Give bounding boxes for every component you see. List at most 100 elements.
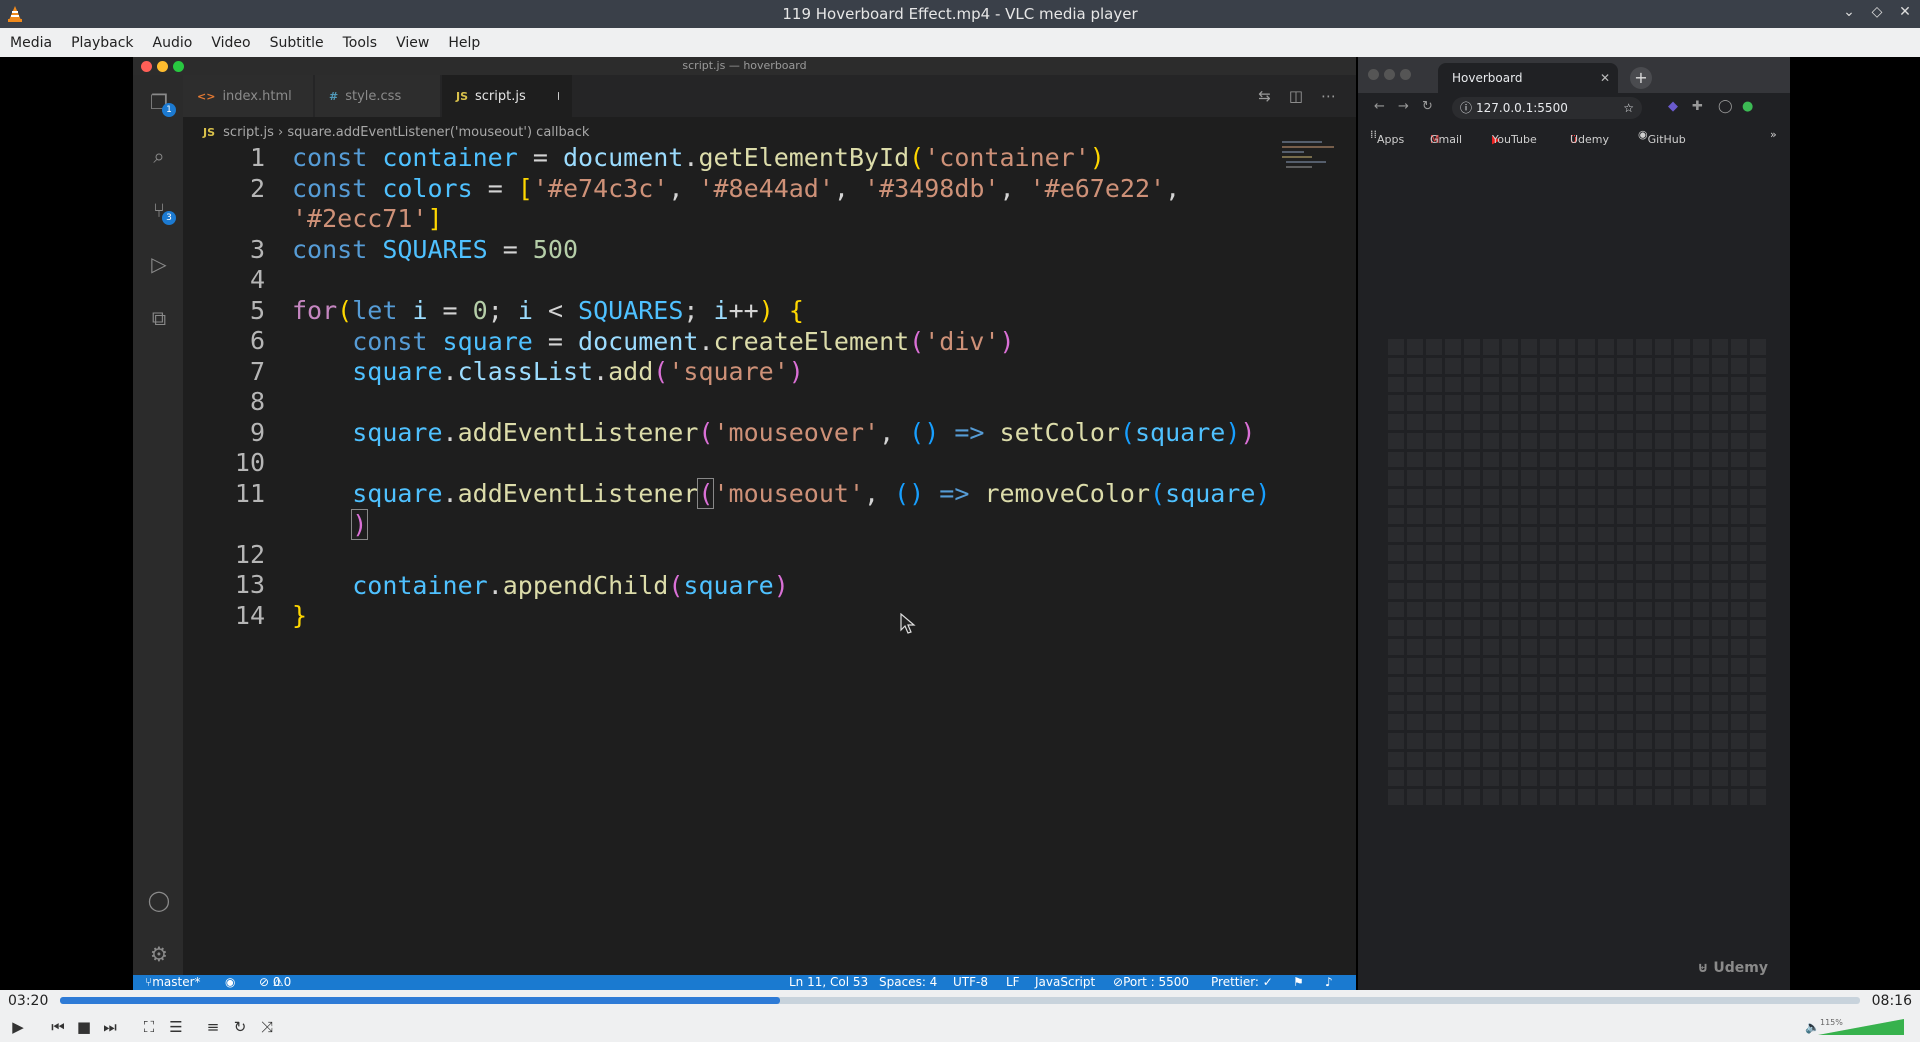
square[interactable] (1730, 620, 1747, 637)
square[interactable] (1407, 470, 1424, 487)
square[interactable] (1654, 339, 1671, 355)
square[interactable] (1654, 507, 1671, 524)
square[interactable] (1388, 470, 1405, 487)
square[interactable] (1597, 789, 1614, 805)
profile-icon[interactable]: ◯ (1718, 99, 1733, 114)
square[interactable] (1673, 732, 1690, 749)
square[interactable] (1654, 789, 1671, 805)
square[interactable] (1464, 564, 1481, 580)
square[interactable] (1407, 676, 1424, 693)
browser-tab[interactable]: Hoverboard ✕ (1438, 63, 1618, 93)
square[interactable] (1464, 770, 1481, 787)
square[interactable] (1540, 489, 1557, 505)
menu-media[interactable]: Media (4, 35, 65, 51)
square[interactable] (1673, 582, 1690, 599)
square[interactable] (1483, 339, 1500, 355)
account-icon[interactable]: ◯ (146, 887, 172, 913)
reload-icon[interactable]: ↻ (1422, 99, 1433, 114)
square[interactable] (1502, 582, 1519, 599)
square[interactable] (1597, 751, 1614, 768)
square[interactable] (1749, 526, 1766, 543)
square[interactable] (1559, 451, 1576, 468)
square[interactable] (1464, 751, 1481, 768)
square[interactable] (1635, 657, 1652, 674)
square[interactable] (1597, 601, 1614, 618)
square[interactable] (1521, 395, 1538, 412)
square[interactable] (1749, 582, 1766, 599)
square[interactable] (1635, 751, 1652, 768)
square[interactable] (1464, 451, 1481, 468)
square[interactable] (1654, 357, 1671, 374)
square[interactable] (1578, 545, 1595, 562)
square[interactable] (1749, 451, 1766, 468)
square[interactable] (1445, 545, 1462, 562)
feedback-icon[interactable]: ⚑ (1293, 975, 1304, 990)
open-changes-icon[interactable]: ⇆ (1258, 87, 1271, 105)
square[interactable] (1502, 639, 1519, 655)
square[interactable] (1464, 714, 1481, 730)
square[interactable] (1711, 414, 1728, 430)
square[interactable] (1749, 357, 1766, 374)
square[interactable] (1540, 789, 1557, 805)
square[interactable] (1673, 620, 1690, 637)
square[interactable] (1673, 564, 1690, 580)
square[interactable] (1521, 770, 1538, 787)
square[interactable] (1483, 601, 1500, 618)
square[interactable] (1464, 657, 1481, 674)
square[interactable] (1635, 714, 1652, 730)
video-area[interactable]: script.js — hoverboard ❐ 1 ⌕ ⑂ 3 ▷ ⧉ ◯ ⚙ <… (0, 57, 1920, 990)
run-debug-icon[interactable]: ▷ (146, 251, 172, 277)
square[interactable] (1388, 695, 1405, 712)
square[interactable] (1597, 620, 1614, 637)
breadcrumb-symbol[interactable]: square.addEventListener('mouseout') call… (287, 125, 589, 140)
square[interactable] (1388, 639, 1405, 655)
square[interactable] (1749, 714, 1766, 730)
square[interactable] (1483, 657, 1500, 674)
previous-icon[interactable]: ⏮ (46, 1015, 70, 1039)
square[interactable] (1730, 414, 1747, 430)
square[interactable] (1749, 470, 1766, 487)
square[interactable] (1388, 732, 1405, 749)
square[interactable] (1464, 789, 1481, 805)
square[interactable] (1483, 676, 1500, 693)
square[interactable] (1540, 357, 1557, 374)
square[interactable] (1502, 470, 1519, 487)
square[interactable] (1616, 376, 1633, 393)
square[interactable] (1711, 676, 1728, 693)
square[interactable] (1711, 639, 1728, 655)
square[interactable] (1559, 789, 1576, 805)
square[interactable] (1464, 395, 1481, 412)
square[interactable] (1445, 620, 1462, 637)
bookmark-star-icon[interactable]: ☆ (1623, 97, 1634, 119)
square[interactable] (1464, 507, 1481, 524)
square[interactable] (1559, 339, 1576, 355)
square[interactable] (1540, 470, 1557, 487)
square[interactable] (1388, 770, 1405, 787)
square[interactable] (1464, 489, 1481, 505)
square[interactable] (1616, 545, 1633, 562)
square[interactable] (1388, 432, 1405, 449)
square[interactable] (1407, 639, 1424, 655)
square[interactable] (1388, 526, 1405, 543)
menu-help[interactable]: Help (442, 35, 493, 51)
square[interactable] (1483, 770, 1500, 787)
menu-video[interactable]: Video (205, 35, 263, 51)
square[interactable] (1635, 432, 1652, 449)
square[interactable] (1445, 489, 1462, 505)
square[interactable] (1426, 657, 1443, 674)
square[interactable] (1540, 751, 1557, 768)
square[interactable] (1730, 751, 1747, 768)
square[interactable] (1730, 582, 1747, 599)
square[interactable] (1635, 620, 1652, 637)
square[interactable] (1388, 507, 1405, 524)
language-mode[interactable]: JavaScript (1035, 975, 1095, 990)
square[interactable] (1578, 339, 1595, 355)
square[interactable] (1730, 789, 1747, 805)
square[interactable] (1407, 414, 1424, 430)
square[interactable] (1407, 564, 1424, 580)
square[interactable] (1540, 714, 1557, 730)
square[interactable] (1445, 339, 1462, 355)
square[interactable] (1673, 545, 1690, 562)
square[interactable] (1559, 770, 1576, 787)
square[interactable] (1483, 545, 1500, 562)
